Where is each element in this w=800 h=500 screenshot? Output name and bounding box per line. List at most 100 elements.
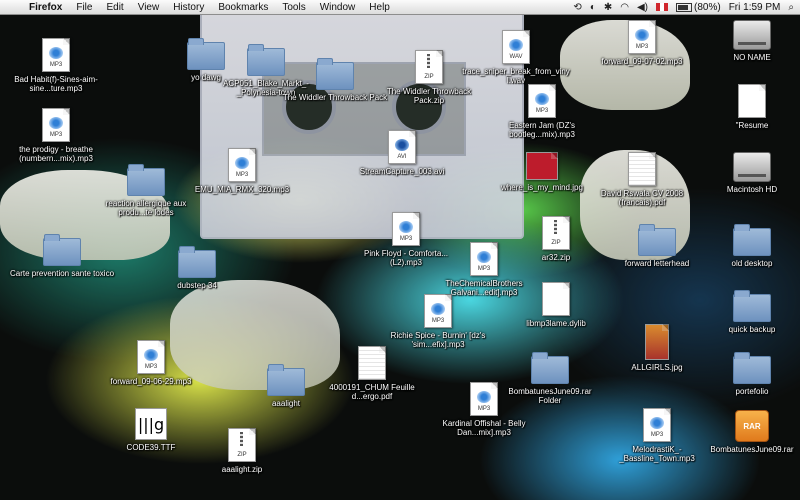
file-mark bbox=[554, 220, 557, 234]
time-machine-icon[interactable]: ⟲ bbox=[573, 2, 581, 13]
desktop-icon[interactable]: MP3 Kardinal Offishal - Belly Dan...mix].… bbox=[430, 382, 538, 437]
desktop-icon-label: Kardinal Offishal - Belly Dan...mix].mp3 bbox=[442, 419, 526, 437]
desktop-icon[interactable]: dubstep 34 bbox=[143, 244, 251, 290]
pdf-file-icon bbox=[358, 346, 386, 380]
file-type-tag: RAR bbox=[743, 421, 761, 431]
desktop-icon[interactable]: MP3 Richie Spice - Burnin' [dz's 'sim...e… bbox=[384, 294, 492, 349]
desktop-icon-label: The Widdler Throwback Pack.zip bbox=[386, 87, 472, 105]
desktop-icon[interactable]: forward letterhead bbox=[603, 222, 711, 268]
desktop-icon-label: quick backup bbox=[728, 325, 776, 334]
desktop-icon-label: BombatunesJune09.rar bbox=[710, 445, 794, 454]
file-type-tag: MP3 bbox=[144, 364, 158, 370]
file-type-tag: MP3 bbox=[431, 318, 445, 324]
hard-drive-icon bbox=[733, 20, 771, 50]
rar-archive-icon: RAR bbox=[735, 410, 769, 442]
desktop-icon[interactable]: 4000191_CHUM Feuille d...ergo.pdf bbox=[318, 346, 426, 401]
menu-tools[interactable]: Tools bbox=[275, 2, 312, 13]
font-file-icon: |||g bbox=[135, 408, 167, 440]
desktop-icon[interactable]: quick backup bbox=[698, 288, 800, 334]
desktop-icon[interactable]: MP3 Bad Habit(f)-Sines-aim-sine...ture.mp… bbox=[2, 38, 110, 93]
audio-file-icon: MP3 bbox=[470, 382, 498, 416]
pdf-file-icon bbox=[628, 152, 656, 186]
desktop-icon-label: forward_09-07-02.mp3 bbox=[601, 57, 683, 66]
desktop-icon[interactable]: old desktop bbox=[698, 222, 800, 268]
file-mark bbox=[650, 417, 664, 429]
desktop-icon-label: Bad Habit(f)-Sines-aim-sine...ture.mp3 bbox=[14, 75, 98, 93]
folder-icon bbox=[43, 234, 81, 266]
menu-edit[interactable]: Edit bbox=[99, 2, 130, 13]
folder-icon bbox=[638, 224, 676, 256]
file-mark bbox=[49, 117, 63, 129]
desktop-icon[interactable]: ALLGIRLS.jpg bbox=[603, 324, 711, 372]
menu-clock[interactable]: Fri 1:59 PM bbox=[729, 2, 781, 13]
desktop-icon-label: The Widdler Throwback Pack bbox=[282, 93, 388, 102]
file-mark bbox=[535, 93, 549, 105]
folder-icon bbox=[267, 364, 305, 396]
menu-history[interactable]: History bbox=[166, 2, 211, 13]
file-type-tag: ZIP bbox=[551, 240, 561, 246]
folder-icon bbox=[178, 246, 216, 278]
image-file-icon bbox=[526, 152, 558, 180]
desktop-icon[interactable]: David Rswala CV 2008 (francais).pdf bbox=[588, 152, 696, 207]
desktop-icon[interactable]: where_is_my_mind.jpg bbox=[488, 152, 596, 192]
file-mark bbox=[240, 432, 243, 446]
audio-file-icon: MP3 bbox=[42, 108, 70, 142]
menu-view[interactable]: View bbox=[131, 2, 167, 13]
spotlight-search-icon[interactable]: ⌕ bbox=[788, 2, 794, 13]
desktop-icon[interactable]: libmp3lame.dylib bbox=[502, 282, 610, 328]
desktop-icon[interactable]: Carte prevention sante toxico bbox=[8, 232, 116, 278]
desktop-icon[interactable]: MP3 forward_09-07-02.mp3 bbox=[588, 20, 696, 66]
input-source-flag-icon[interactable] bbox=[656, 3, 669, 11]
desktop-icon[interactable]: RAR BombatunesJune09.rar bbox=[698, 410, 800, 454]
desktop-icon-label: portefolio bbox=[735, 387, 769, 396]
file-type-tag: MP3 bbox=[650, 432, 664, 438]
desktop-icon[interactable]: The Widdler Throwback Pack bbox=[281, 56, 389, 102]
desktop-icon[interactable]: "Resume bbox=[698, 84, 800, 130]
audio-file-icon: MP3 bbox=[643, 408, 671, 442]
desktop-icon[interactable]: reaction allergique aux produ...te lodes bbox=[92, 162, 200, 217]
wifi-icon[interactable]: ◠ bbox=[620, 2, 629, 13]
desktop-icon[interactable]: MP3 EMU_MIA_RMX_320.mp3 bbox=[188, 148, 296, 194]
document-file-icon bbox=[738, 84, 766, 118]
file-mark bbox=[395, 139, 409, 151]
file-type-tag: MP3 bbox=[235, 172, 249, 178]
desktop-icon-label: David Rswala CV 2008 (francais).pdf bbox=[600, 189, 684, 207]
file-type-tag: ZIP bbox=[237, 452, 247, 458]
menu-extras: ⟲ ◐ ✱ ◠ ◀) (80%) Fri 1:59 PM ⌕ bbox=[573, 0, 794, 14]
menu-bookmarks[interactable]: Bookmarks bbox=[211, 2, 275, 13]
battery-status[interactable]: (80%) bbox=[676, 2, 721, 13]
menu-help[interactable]: Help bbox=[362, 2, 397, 13]
desktop-icon[interactable]: ZIP ar32.zip bbox=[502, 216, 610, 262]
image-file-icon bbox=[645, 324, 669, 360]
desktop-icon[interactable]: Macintosh HD bbox=[698, 152, 800, 194]
menu-file[interactable]: File bbox=[69, 2, 99, 13]
desktop-icon[interactable]: MP3 Eastern Jam (DZ's bootleg...mix).mp3 bbox=[488, 84, 596, 139]
desktop-icon[interactable]: AVI StreamCapture_003.avi bbox=[348, 130, 456, 176]
desktop-icon-label: EMU_MIA_RMX_320.mp3 bbox=[194, 185, 290, 194]
desktop-icon[interactable]: portefolio bbox=[698, 350, 800, 396]
desktop-icon[interactable]: MP3 the prodigy - breathe (numbern...mix)… bbox=[2, 108, 110, 163]
desktop-icon-label: dubstep 34 bbox=[177, 281, 217, 290]
file-mark bbox=[144, 349, 158, 361]
desktop-icon[interactable]: NO NAME bbox=[698, 20, 800, 62]
bluetooth-icon[interactable]: ✱ bbox=[604, 2, 612, 13]
desktop-icon[interactable]: MP3 forward_09-06-29.mp3 bbox=[97, 340, 205, 386]
desktop-icon-label: where_is_my_mind.jpg bbox=[501, 183, 583, 192]
folder-icon bbox=[316, 58, 354, 90]
desktop-icon[interactable]: WAV trace_sniper_break_from_vinyl.wav bbox=[462, 30, 570, 85]
file-type-tag: AVI bbox=[397, 154, 407, 160]
desktop-icon-label: MelodrastiK_-_Bassline_Town.mp3 bbox=[619, 445, 695, 463]
file-mark bbox=[427, 54, 430, 68]
menu-window[interactable]: Window bbox=[313, 2, 363, 13]
desktop-icon[interactable]: ZIP aaalight.zip bbox=[188, 428, 296, 474]
audio-file-icon: MP3 bbox=[628, 20, 656, 54]
file-type-tag: MP3 bbox=[477, 266, 491, 272]
file-type-tag: WAV bbox=[509, 54, 523, 60]
file-mark bbox=[477, 391, 491, 403]
desktop-icon-label: the prodigy - breathe (numbern...mix).mp… bbox=[19, 145, 93, 163]
sync-icon[interactable]: ◐ bbox=[590, 2, 596, 13]
desktop-icon[interactable]: MP3 MelodrastiK_-_Bassline_Town.mp3 bbox=[603, 408, 711, 463]
volume-icon[interactable]: ◀) bbox=[637, 2, 648, 13]
menu-app-name[interactable]: Firefox bbox=[22, 2, 69, 13]
desktop-icon-label: forward letterhead bbox=[624, 259, 690, 268]
